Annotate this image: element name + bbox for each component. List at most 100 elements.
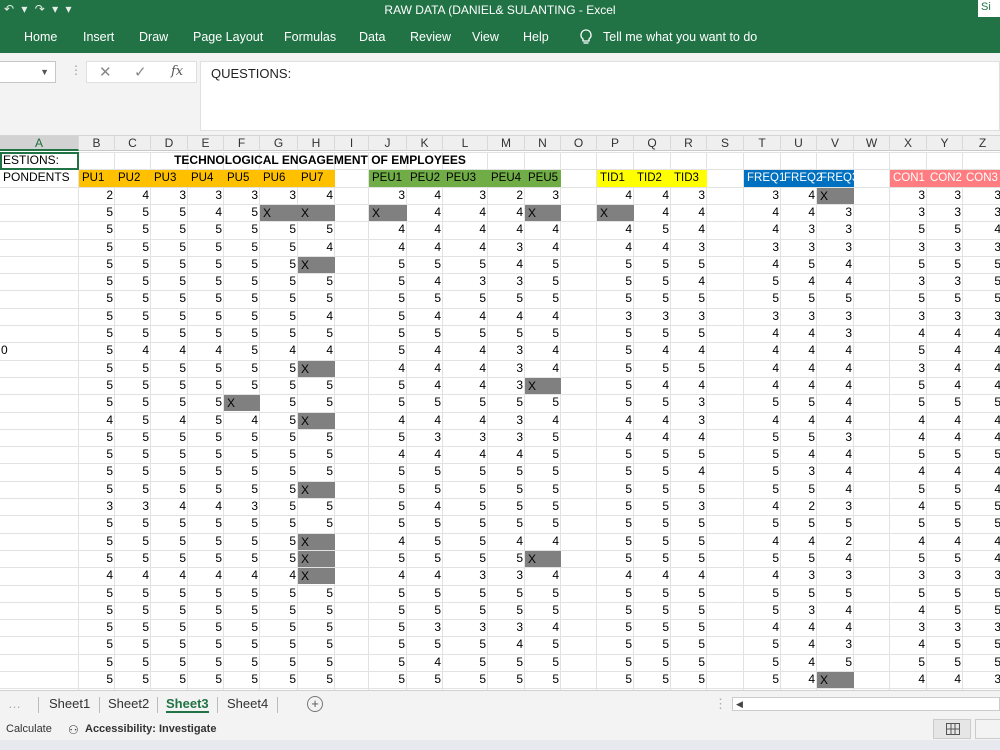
data-cell[interactable]: 4 <box>188 498 224 515</box>
data-cell[interactable]: 3 <box>963 239 1000 256</box>
data-cell[interactable]: 5 <box>151 429 188 446</box>
data-cell[interactable]: 4 <box>744 221 781 238</box>
tell-me-search[interactable]: Tell me what you want to do <box>603 30 757 44</box>
data-cell[interactable]: 3 <box>781 602 817 619</box>
header-con2[interactable]: CON2 <box>927 170 963 187</box>
data-cell[interactable]: 5 <box>525 585 561 602</box>
data-cell[interactable]: 4 <box>890 636 927 653</box>
data-cell[interactable]: 5 <box>963 515 1000 532</box>
data-cell[interactable]: 4 <box>525 360 561 377</box>
data-cell[interactable]: 4 <box>369 567 407 584</box>
missing-value-cell[interactable]: X <box>224 395 260 412</box>
column-header-o[interactable]: O <box>561 136 597 151</box>
data-cell[interactable]: 5 <box>488 602 525 619</box>
data-cell[interactable]: 4 <box>369 221 407 238</box>
data-cell[interactable]: 5 <box>488 585 525 602</box>
data-cell[interactable]: 2 <box>488 187 525 204</box>
data-cell[interactable]: 5 <box>407 481 443 498</box>
data-cell[interactable]: 4 <box>890 498 927 515</box>
cancel-icon[interactable]: ✕ <box>99 63 112 81</box>
sign-in-button[interactable]: Si <box>978 0 1000 17</box>
data-cell[interactable]: 3 <box>488 360 525 377</box>
header-peu5[interactable]: PEU5 <box>525 170 561 187</box>
data-cell[interactable]: 5 <box>298 377 335 394</box>
data-cell[interactable]: 5 <box>443 498 488 515</box>
data-cell[interactable]: 4 <box>781 187 817 204</box>
missing-value-cell[interactable]: X <box>597 204 634 221</box>
data-cell[interactable]: 3 <box>671 412 707 429</box>
data-cell[interactable]: 5 <box>188 308 224 325</box>
column-headers[interactable]: ABCDEFGHIJKLMNOPQRSTUVWXYZ <box>0 136 1000 151</box>
data-cell[interactable]: 5 <box>151 481 188 498</box>
data-cell[interactable]: 2 <box>79 187 115 204</box>
tab-review[interactable]: Review <box>410 30 451 44</box>
data-cell[interactable]: 5 <box>151 377 188 394</box>
data-cell[interactable]: 5 <box>224 325 260 342</box>
column-header-d[interactable]: D <box>151 136 188 151</box>
data-cell[interactable]: 5 <box>188 671 224 688</box>
data-cell[interactable]: 5 <box>369 394 407 411</box>
data-cell[interactable]: 4 <box>298 342 335 359</box>
data-cell[interactable]: 5 <box>369 498 407 515</box>
data-cell[interactable]: 5 <box>927 636 963 653</box>
data-cell[interactable]: 5 <box>597 671 634 688</box>
data-cell[interactable]: 5 <box>188 446 224 463</box>
data-cell[interactable]: 3 <box>963 204 1000 221</box>
column-header-n[interactable]: N <box>525 136 561 151</box>
data-cell[interactable]: 5 <box>224 204 260 221</box>
data-cell[interactable]: 5 <box>79 256 115 273</box>
header-freq1[interactable]: FREQ1 <box>744 170 785 187</box>
header-pu1[interactable]: PU1 <box>79 170 115 187</box>
data-cell[interactable]: 4 <box>817 446 854 463</box>
data-cell[interactable]: 4 <box>407 273 443 290</box>
data-cell[interactable]: 4 <box>369 360 407 377</box>
data-cell[interactable]: 5 <box>407 533 443 550</box>
data-cell[interactable]: 5 <box>369 515 407 532</box>
data-cell[interactable]: 5 <box>224 481 260 498</box>
data-cell[interactable]: 4 <box>671 377 707 394</box>
data-cell[interactable]: 4 <box>817 463 854 480</box>
data-cell[interactable]: 5 <box>260 256 298 273</box>
data-cell[interactable]: 5 <box>671 550 707 567</box>
data-cell[interactable]: 3 <box>817 325 854 342</box>
data-cell[interactable]: 3 <box>224 498 260 515</box>
data-cell[interactable]: 5 <box>781 515 817 532</box>
column-header-j[interactable]: J <box>369 136 407 151</box>
data-cell[interactable]: 5 <box>260 377 298 394</box>
data-cell[interactable]: 5 <box>369 308 407 325</box>
data-cell[interactable]: 3 <box>744 187 781 204</box>
data-cell[interactable]: 4 <box>927 429 963 446</box>
data-cell[interactable]: 3 <box>781 463 817 480</box>
data-cell[interactable]: 5 <box>260 619 298 636</box>
data-cell[interactable]: 2 <box>817 533 854 550</box>
data-cell[interactable]: 4 <box>407 567 443 584</box>
data-cell[interactable]: 5 <box>188 619 224 636</box>
data-cell[interactable]: 5 <box>597 533 634 550</box>
data-cell[interactable]: 5 <box>115 308 151 325</box>
data-cell[interactable]: 5 <box>115 602 151 619</box>
data-cell[interactable]: 5 <box>744 273 781 290</box>
data-cell[interactable]: 5 <box>369 481 407 498</box>
data-cell[interactable]: 4 <box>443 412 488 429</box>
data-cell[interactable]: 5 <box>224 290 260 307</box>
data-cell[interactable]: 4 <box>443 360 488 377</box>
data-cell[interactable]: 5 <box>597 394 634 411</box>
data-cell[interactable]: 3 <box>488 412 525 429</box>
data-cell[interactable]: 5 <box>115 239 151 256</box>
missing-value-cell[interactable]: X <box>298 256 335 273</box>
data-cell[interactable]: 5 <box>744 446 781 463</box>
data-cell[interactable]: 5 <box>963 290 1000 307</box>
data-cell[interactable]: 4 <box>781 325 817 342</box>
data-cell[interactable]: 5 <box>817 515 854 532</box>
data-cell[interactable]: 4 <box>963 429 1000 446</box>
data-cell[interactable]: 5 <box>79 602 115 619</box>
data-cell[interactable]: 3 <box>817 204 854 221</box>
data-cell[interactable]: 5 <box>634 654 671 671</box>
column-header-x[interactable]: X <box>890 136 927 151</box>
data-cell[interactable]: 4 <box>817 394 854 411</box>
data-cell[interactable]: 4 <box>927 325 963 342</box>
missing-value-cell[interactable]: X <box>817 672 854 688</box>
data-cell[interactable]: 5 <box>744 550 781 567</box>
data-cell[interactable]: 4 <box>817 550 854 567</box>
data-cell[interactable]: 4 <box>224 412 260 429</box>
